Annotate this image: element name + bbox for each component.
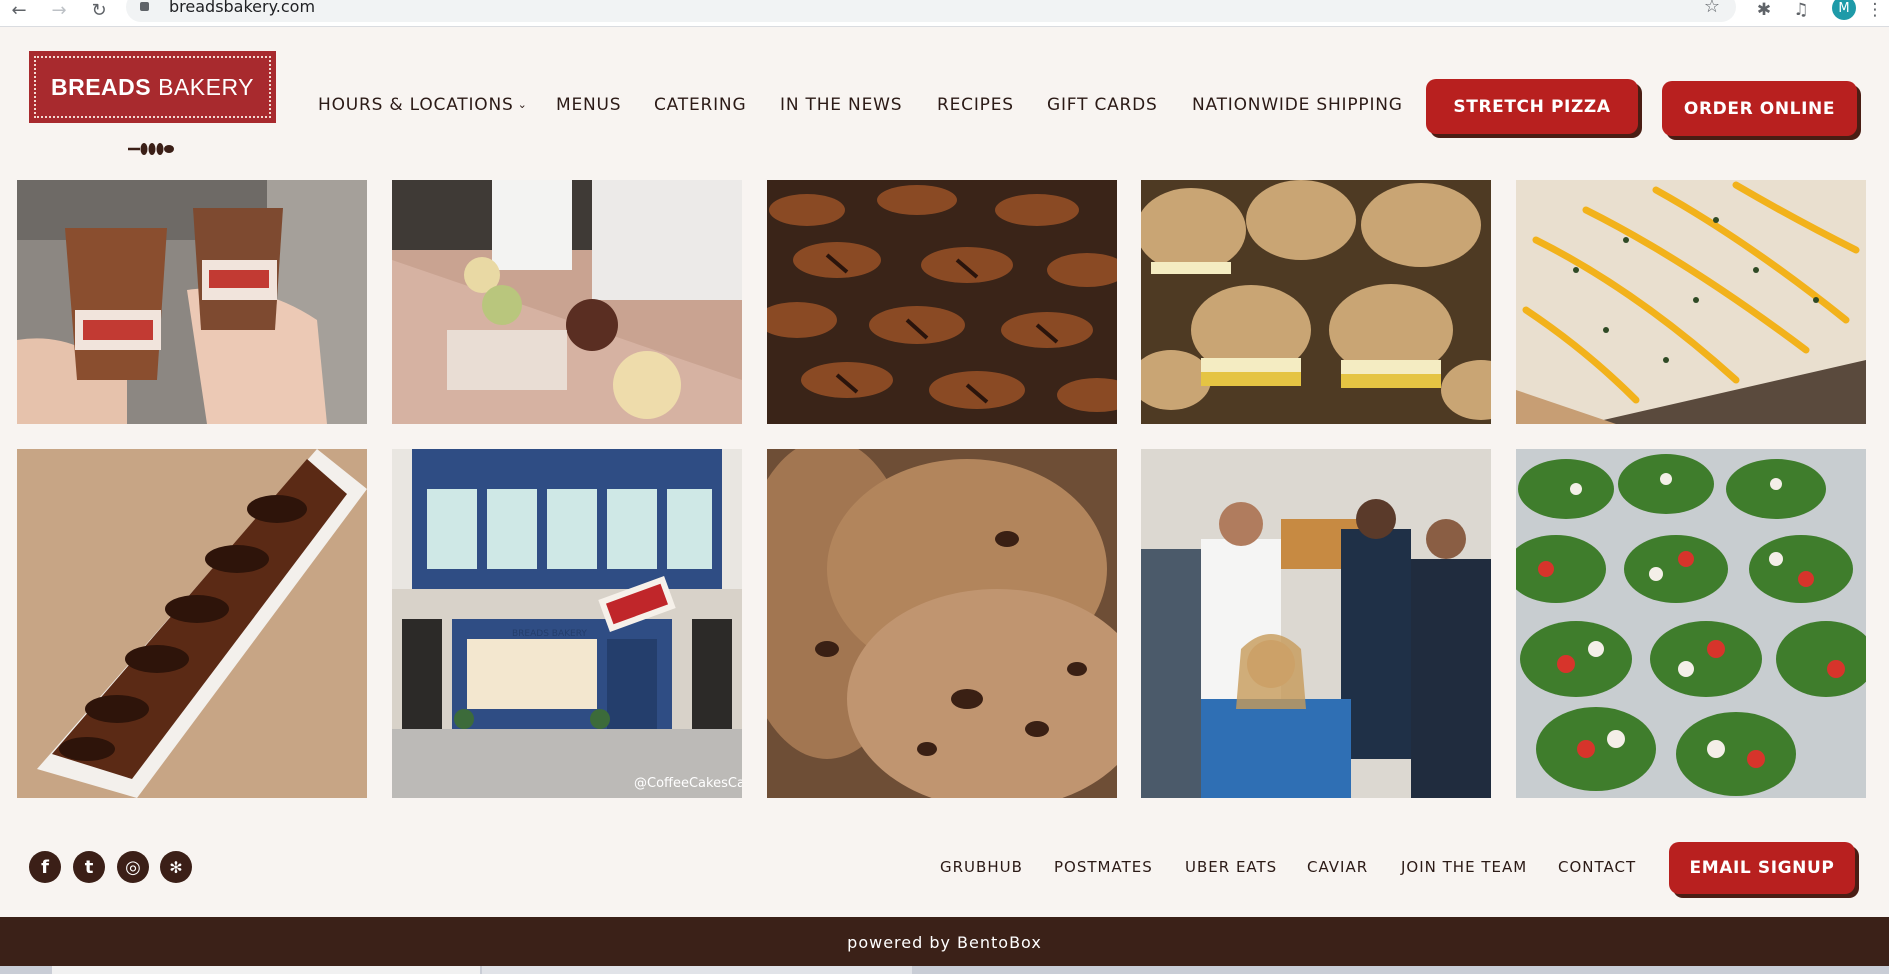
- gallery-tile-babka[interactable]: [17, 449, 367, 798]
- lock-icon: [140, 2, 149, 11]
- gallery-tile-iced-coffee[interactable]: [17, 180, 367, 424]
- twitter-icon[interactable]: t: [73, 851, 105, 883]
- nav-in-the-news[interactable]: IN THE NEWS: [780, 95, 902, 115]
- logo-bold-text: BREADS: [50, 73, 152, 100]
- gallery-tile-sandwiches[interactable]: [1141, 180, 1491, 424]
- nav-menus[interactable]: MENUS: [556, 95, 621, 115]
- nav-gift-cards[interactable]: GIFT CARDS: [1047, 95, 1158, 115]
- gallery-tile-storefront[interactable]: BREADS BAKERY @CoffeeCakesCafe: [392, 449, 742, 798]
- footer-link-postmates[interactable]: POSTMATES: [1054, 858, 1153, 876]
- pizza-making-photo: [392, 180, 742, 424]
- address-bar[interactable]: breadsbakery.com ☆: [126, 0, 1736, 22]
- instagram-icon[interactable]: ◎: [117, 851, 149, 883]
- footer-link-uber-eats[interactable]: UBER EATS: [1185, 858, 1277, 876]
- gallery-tile-cookies[interactable]: [767, 449, 1117, 798]
- footer-link-caviar[interactable]: CAVIAR: [1307, 858, 1368, 876]
- rugelach-photo: [767, 180, 1117, 424]
- bookmark-star-icon[interactable]: ☆: [1704, 0, 1720, 17]
- media-control-icon[interactable]: ♫: [1790, 0, 1812, 20]
- pizza-closeup-photo: [1516, 180, 1866, 424]
- order-online-button[interactable]: ORDER ONLINE: [1662, 81, 1857, 136]
- nav-nationwide-shipping[interactable]: NATIONWIDE SHIPPING: [1192, 95, 1403, 115]
- gallery-tile-salads[interactable]: [1516, 449, 1866, 798]
- site-logo[interactable]: BREADS BAKERY: [29, 51, 276, 123]
- footer-link-join-the-team[interactable]: JOIN THE TEAM: [1401, 858, 1527, 876]
- chevron-down-icon: ⌄: [517, 98, 528, 111]
- gallery-tile-medical-staff[interactable]: [1141, 449, 1491, 798]
- profile-avatar[interactable]: M: [1832, 0, 1856, 20]
- back-arrow-icon[interactable]: ←: [6, 0, 32, 21]
- storefront-sign-text: BREADS BAKERY: [512, 629, 587, 639]
- footer-link-grubhub[interactable]: GRUBHUB: [940, 858, 1023, 876]
- nav-label: HOURS & LOCATIONS: [318, 95, 514, 115]
- gallery-tile-rugelach[interactable]: [767, 180, 1117, 424]
- email-signup-button[interactable]: EMAIL SIGNUP: [1669, 842, 1855, 894]
- stretch-pizza-button[interactable]: STRETCH PIZZA: [1426, 79, 1638, 134]
- sandwiches-photo: [1141, 180, 1491, 424]
- babka-photo: [17, 449, 367, 798]
- artist-credit-caption: @CoffeeCakesCafe: [634, 776, 742, 791]
- storefront-illustration: BREADS BAKERY @CoffeeCakesCafe: [392, 449, 742, 798]
- forward-arrow-icon[interactable]: →: [46, 0, 72, 21]
- horizontal-scrollbar[interactable]: [0, 966, 1889, 974]
- browser-toolbar: ← → ↻ breadsbakery.com ☆ ✱ ♫ M ⋮: [0, 0, 1889, 27]
- nav-catering[interactable]: CATERING: [654, 95, 746, 115]
- cookies-photo: [767, 449, 1117, 798]
- url-text: breadsbakery.com: [169, 0, 316, 16]
- footer-link-contact[interactable]: CONTACT: [1558, 858, 1636, 876]
- gallery-tile-pizza-closeup[interactable]: [1516, 180, 1866, 424]
- yelp-icon[interactable]: ✻: [160, 851, 192, 883]
- iced-coffee-cups-photo: [17, 180, 367, 424]
- powered-by-text[interactable]: powered by BentoBox: [0, 933, 1889, 952]
- nav-hours-locations[interactable]: HOURS & LOCATIONS ⌄: [318, 95, 528, 115]
- logo-text: BREADS BAKERY: [34, 56, 271, 118]
- scrollbar-thumb[interactable]: [52, 966, 480, 974]
- reload-icon[interactable]: ↻: [86, 0, 112, 21]
- wheat-sprig-icon: [128, 143, 174, 155]
- scrollbar-track-segment: [482, 966, 912, 974]
- salads-photo: [1516, 449, 1866, 798]
- logo-regular-text: BAKERY: [158, 73, 255, 100]
- extensions-icon[interactable]: ✱: [1753, 0, 1775, 20]
- facebook-icon[interactable]: f: [29, 851, 61, 883]
- nav-recipes[interactable]: RECIPES: [937, 95, 1014, 115]
- medical-staff-photo: [1141, 449, 1491, 798]
- gallery-tile-pizza-making[interactable]: [392, 180, 742, 424]
- browser-menu-icon[interactable]: ⋮: [1864, 0, 1886, 20]
